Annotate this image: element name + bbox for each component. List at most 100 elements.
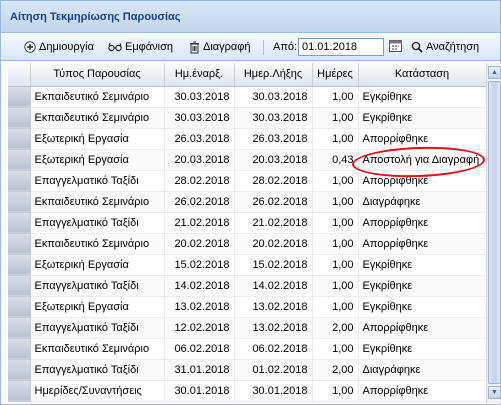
- cell-days: 1,00: [312, 380, 359, 402]
- cell-end-date: 26.02.2018: [234, 191, 313, 213]
- cell-type: Εξωτερική Εργασία: [30, 149, 165, 171]
- cell-type: Εκπαιδευτικό Σεμινάριο: [30, 107, 165, 129]
- row-selector[interactable]: [8, 317, 31, 339]
- cell-start-date: 31.01.2018: [164, 359, 235, 381]
- table-row[interactable]: Επαγγελματικό Ταξίδι 21.02.2018 21.02.2018…: [8, 212, 486, 234]
- panel-title: Αίτηση Τεκμηρίωσης Παρουσίας: [10, 11, 181, 23]
- attendance-grid: Τύπος Παρουσίας Ημ.έναρξ. Ημερ.Λήξης Ημέ…: [8, 63, 486, 403]
- table-row[interactable]: Εκπαιδευτικό Σεμινάριο 20.02.2018 20.02.20…: [8, 233, 486, 255]
- cell-start-date: 30.01.2018: [164, 380, 235, 402]
- cell-type: Επαγγελματικό Ταξίδι: [30, 275, 165, 297]
- attendance-request-panel: Αίτηση Τεκμηρίωσης Παρουσίας Δημιουργία …: [0, 0, 501, 405]
- cell-type: Εκπαιδευτικό Σεμινάριο: [30, 233, 165, 255]
- cell-start-date: 06.02.2018: [164, 338, 235, 360]
- scroll-up-button[interactable]: ▲: [488, 66, 501, 79]
- cell-type: Επαγγελματικό Ταξίδι: [30, 359, 165, 381]
- table-row[interactable]: Εκπαιδευτικό Σεμινάριο 26.02.2018 26.02.20…: [8, 191, 486, 213]
- scroll-thumb[interactable]: [488, 81, 501, 384]
- cell-start-date: 15.02.2018: [164, 254, 235, 276]
- row-selector[interactable]: [8, 128, 31, 150]
- cell-type: Εκπαιδευτικό Σεμινάριο: [30, 86, 165, 108]
- cell-start-date: 26.02.2018: [164, 191, 235, 213]
- grid-header-row: Τύπος Παρουσίας Ημ.έναρξ. Ημερ.Λήξης Ημέ…: [8, 63, 486, 87]
- cell-status: Εγκρίθηκε: [358, 254, 486, 276]
- column-header-type[interactable]: Τύπος Παρουσίας: [30, 63, 165, 87]
- glasses-icon: [108, 42, 122, 52]
- row-selector[interactable]: [8, 233, 31, 255]
- search-icon: [411, 41, 423, 53]
- cell-end-date: 30.03.2018: [234, 107, 313, 129]
- cell-status: Εγκρίθηκε: [358, 275, 486, 297]
- cell-start-date: 26.03.2018: [164, 128, 235, 150]
- row-selector[interactable]: [8, 296, 31, 318]
- row-selector[interactable]: [8, 254, 31, 276]
- cell-status: Διαγράφηκε: [358, 191, 486, 213]
- table-row[interactable]: Επαγγελματικό Ταξίδι 12.02.2018 13.02.2018…: [8, 317, 486, 339]
- row-selector[interactable]: [8, 107, 31, 129]
- cell-status: Εγκρίθηκε: [358, 338, 486, 360]
- toolbar: Δημιουργία Εμφάνιση Διαγραφή Από: Αναζήτ…: [1, 34, 500, 61]
- cell-status: Εγκρίθηκε: [358, 86, 486, 108]
- cell-status: Εγκρίθηκε: [358, 296, 486, 318]
- column-header-start-date[interactable]: Ημ.έναρξ.: [164, 63, 235, 87]
- panel-header: Αίτηση Τεκμηρίωσης Παρουσίας: [1, 1, 500, 33]
- view-button[interactable]: Εμφάνιση: [108, 39, 173, 55]
- vertical-scrollbar[interactable]: ▲ ▼: [486, 63, 501, 403]
- delete-button[interactable]: Διαγραφή: [189, 39, 251, 55]
- cell-end-date: 28.02.2018: [234, 170, 313, 192]
- table-row[interactable]: Ημερίδες/Συναντήσεις 30.01.2018 30.01.2018…: [8, 380, 486, 402]
- table-row[interactable]: Εκπαιδευτικό Σεμινάριο 30.03.2018 30.03.20…: [8, 86, 486, 108]
- cell-days: 1,00: [312, 254, 359, 276]
- cell-status: Απορρίφθηκε: [358, 128, 486, 150]
- cell-end-date: 15.02.2018: [234, 254, 313, 276]
- calendar-button[interactable]: [389, 39, 402, 55]
- cell-start-date: 12.02.2018: [164, 317, 235, 339]
- row-selector[interactable]: [8, 212, 31, 234]
- cell-start-date: 30.03.2018: [164, 107, 235, 129]
- cell-end-date: 01.02.2018: [234, 359, 313, 381]
- cell-days: 1,00: [312, 296, 359, 318]
- cell-end-date: 30.01.2018: [234, 380, 313, 402]
- cell-status: Διαγράφηκε: [358, 359, 486, 381]
- cell-type: Εξωτερική Εργασία: [30, 296, 165, 318]
- cell-end-date: 21.02.2018: [234, 212, 313, 234]
- cell-start-date: 20.03.2018: [164, 149, 235, 171]
- row-selector[interactable]: [8, 359, 31, 381]
- row-selector[interactable]: [8, 170, 31, 192]
- create-button[interactable]: Δημιουργία: [24, 39, 94, 55]
- cell-days: 1,00: [312, 170, 359, 192]
- cell-days: 1,00: [312, 338, 359, 360]
- row-selector[interactable]: [8, 380, 31, 402]
- cell-days: 1,00: [312, 275, 359, 297]
- cell-type: Επαγγελματικό Ταξίδι: [30, 170, 165, 192]
- table-row[interactable]: Εξωτερική Εργασία 15.02.2018 15.02.2018 1,0…: [8, 254, 486, 276]
- search-button[interactable]: Αναζήτηση: [411, 39, 479, 55]
- cell-type: Εξωτερική Εργασία: [30, 128, 165, 150]
- table-row[interactable]: Εκπαιδευτικό Σεμινάριο 30.03.2018 30.03.20…: [8, 107, 486, 129]
- from-date-input[interactable]: [298, 38, 384, 56]
- row-selector[interactable]: [8, 275, 31, 297]
- cell-end-date: 13.02.2018: [234, 296, 313, 318]
- cell-type: Επαγγελματικό Ταξίδι: [30, 317, 165, 339]
- table-row[interactable]: Εξωτερική Εργασία 26.03.2018 26.03.2018 1,0…: [8, 128, 486, 150]
- table-row[interactable]: Επαγγελματικό Ταξίδι 14.02.2018 14.02.2018…: [8, 275, 486, 297]
- select-all-header[interactable]: [8, 63, 31, 87]
- table-row[interactable]: Επαγγελματικό Ταξίδι 31.01.2018 01.02.2018…: [8, 359, 486, 381]
- scroll-down-button[interactable]: ▼: [488, 386, 501, 399]
- row-selector[interactable]: [8, 338, 31, 360]
- cell-end-date: 13.02.2018: [234, 317, 313, 339]
- row-selector[interactable]: [8, 149, 31, 171]
- table-row[interactable]: Εκπαιδευτικό Σεμινάριο 06.02.2018 06.02.20…: [8, 338, 486, 360]
- cell-days: 1,00: [312, 191, 359, 213]
- row-selector[interactable]: [8, 86, 31, 108]
- column-header-status[interactable]: Κατάσταση: [358, 63, 486, 87]
- row-selector[interactable]: [8, 191, 31, 213]
- view-label: Εμφάνιση: [125, 41, 174, 53]
- cell-start-date: 28.02.2018: [164, 170, 235, 192]
- column-header-days[interactable]: Ημέρες: [312, 63, 359, 87]
- cell-start-date: 30.03.2018: [164, 86, 235, 108]
- cell-end-date: 26.03.2018: [234, 128, 313, 150]
- table-row[interactable]: Εξωτερική Εργασία 13.02.2018 13.02.2018 1,0…: [8, 296, 486, 318]
- cell-status: Εγκρίθηκε: [358, 107, 486, 129]
- column-header-end-date[interactable]: Ημερ.Λήξης: [234, 63, 313, 87]
